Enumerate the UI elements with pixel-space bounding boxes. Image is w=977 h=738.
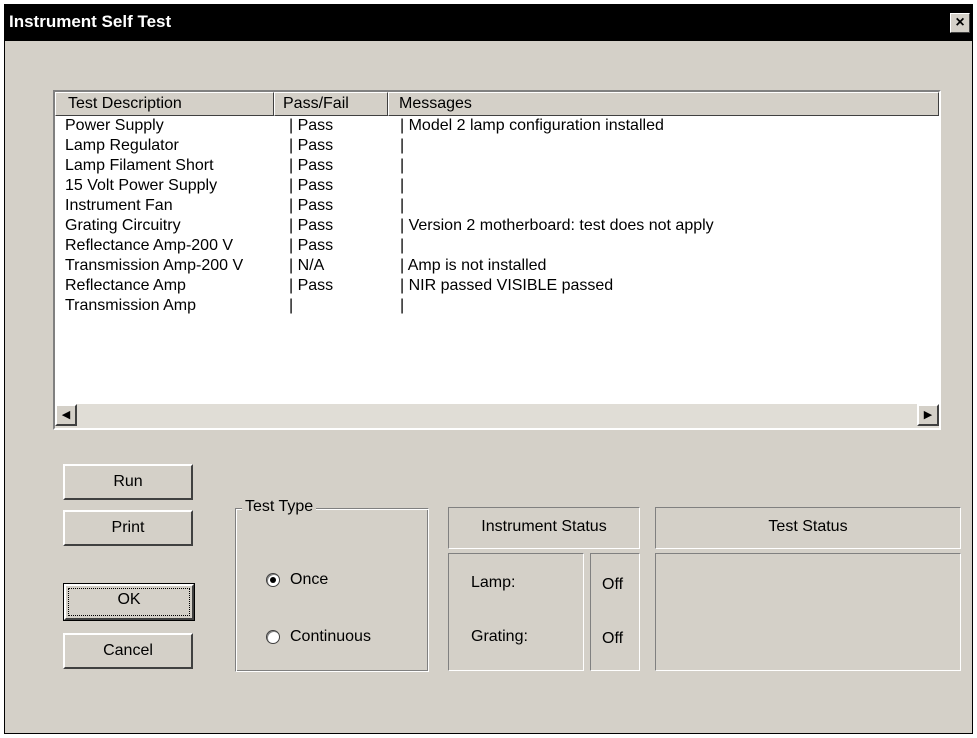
grating-status-value: Off (602, 630, 624, 647)
cell-pass-fail: | (289, 297, 294, 314)
radio-selected-dot (270, 577, 276, 583)
scroll-right-icon: ▶ (923, 409, 933, 421)
title-bar: Instrument Self Test × (5, 5, 972, 41)
test-status-panel (655, 553, 961, 671)
cell-test-description: Lamp Filament Short (65, 157, 214, 174)
grating-label: Grating: (471, 628, 528, 645)
cell-pass-fail: | Pass (289, 237, 334, 254)
instrument-status-labels-panel: Lamp: Grating: (448, 553, 584, 671)
table-row[interactable]: Transmission Amp | | (55, 296, 939, 316)
cell-pass-fail: | Pass (289, 217, 334, 234)
cell-message: | (400, 157, 405, 174)
table-row[interactable]: Lamp Regulator | Pass | (55, 136, 939, 156)
table-row[interactable]: Transmission Amp-200 V | N/A | Amp is not … (55, 256, 939, 276)
test-status-header: Test Status (655, 507, 961, 549)
cell-test-description: Reflectance Amp (65, 277, 186, 294)
dialog-title: Instrument Self Test (9, 12, 172, 31)
cell-message: | NIR passed VISIBLE passed (400, 277, 614, 294)
close-button[interactable]: × (950, 13, 970, 33)
lamp-label: Lamp: (471, 574, 516, 591)
radio-continuous-indicator[interactable] (266, 630, 280, 644)
instrument-status-values-panel: Off Off (590, 553, 640, 671)
ok-button[interactable]: OK (63, 583, 195, 621)
cell-message: | (400, 297, 405, 314)
cell-test-description: Lamp Regulator (65, 137, 179, 154)
cell-test-description: Power Supply (65, 117, 164, 134)
print-button[interactable]: Print (63, 510, 193, 546)
radio-once-label: Once (290, 571, 329, 588)
self-test-dialog: Instrument Self Test × Test Description … (4, 4, 973, 734)
ok-button-label: OK (117, 591, 141, 608)
table-row[interactable]: Instrument Fan | Pass | (55, 196, 939, 216)
cell-message: | Model 2 lamp configuration installed (400, 117, 664, 134)
table-row[interactable]: Power Supply | Pass | Model 2 lamp configu… (55, 116, 939, 136)
scroll-left-button[interactable]: ◀ (55, 404, 77, 426)
cell-pass-fail: | Pass (289, 117, 334, 134)
scroll-right-button[interactable]: ▶ (917, 404, 939, 426)
table-row[interactable]: 15 Volt Power Supply | Pass | (55, 176, 939, 196)
cell-test-description: Transmission Amp (65, 297, 196, 314)
cell-pass-fail: | Pass (289, 277, 334, 294)
list-header: Test Description Pass/Fail Messages (55, 92, 939, 116)
instrument-status-header: Instrument Status (448, 507, 640, 549)
lamp-status-value: Off (602, 576, 624, 593)
cell-message: | (400, 237, 405, 254)
test-results-list[interactable]: Test Description Pass/Fail Messages Powe… (53, 90, 941, 430)
cell-test-description: Transmission Amp-200 V (65, 257, 244, 274)
cell-message: | Version 2 motherboard: test does not a… (400, 217, 714, 234)
table-row[interactable]: Grating Circuitry | Pass | Version 2 mothe… (55, 216, 939, 236)
test-type-legend: Test Type (242, 498, 317, 516)
column-header-pass-fail[interactable]: Pass/Fail (274, 92, 388, 116)
cancel-button[interactable]: Cancel (63, 633, 193, 669)
cell-pass-fail: | N/A (289, 257, 325, 274)
list-rows: Power Supply | Pass | Model 2 lamp configu… (55, 116, 939, 316)
run-button[interactable]: Run (63, 464, 193, 500)
cell-message: | (400, 137, 405, 154)
test-type-group: Test Type Once Continuous (235, 498, 429, 672)
column-header-test-description[interactable]: Test Description (55, 92, 274, 116)
cell-pass-fail: | Pass (289, 177, 334, 194)
cell-test-description: Instrument Fan (65, 197, 173, 214)
cell-pass-fail: | Pass (289, 197, 334, 214)
radio-continuous-label: Continuous (290, 628, 371, 645)
column-header-messages[interactable]: Messages (388, 92, 939, 116)
cell-pass-fail: | Pass (289, 157, 334, 174)
cell-test-description: 15 Volt Power Supply (65, 177, 218, 194)
cell-test-description: Reflectance Amp-200 V (65, 237, 234, 254)
cell-test-description: Grating Circuitry (65, 217, 181, 234)
cell-message: | Amp is not installed (400, 257, 547, 274)
close-icon: × (955, 14, 965, 31)
cell-pass-fail: | Pass (289, 137, 334, 154)
cell-message: | (400, 177, 405, 194)
scroll-left-icon: ◀ (61, 409, 71, 421)
radio-once-indicator[interactable] (266, 573, 280, 587)
table-row[interactable]: Reflectance Amp | Pass | NIR passed VISIBL… (55, 276, 939, 296)
horizontal-scrollbar[interactable]: ◀ ▶ (55, 404, 939, 428)
cell-message: | (400, 197, 405, 214)
table-row[interactable]: Reflectance Amp-200 V | Pass | (55, 236, 939, 256)
table-row[interactable]: Lamp Filament Short | Pass | (55, 156, 939, 176)
